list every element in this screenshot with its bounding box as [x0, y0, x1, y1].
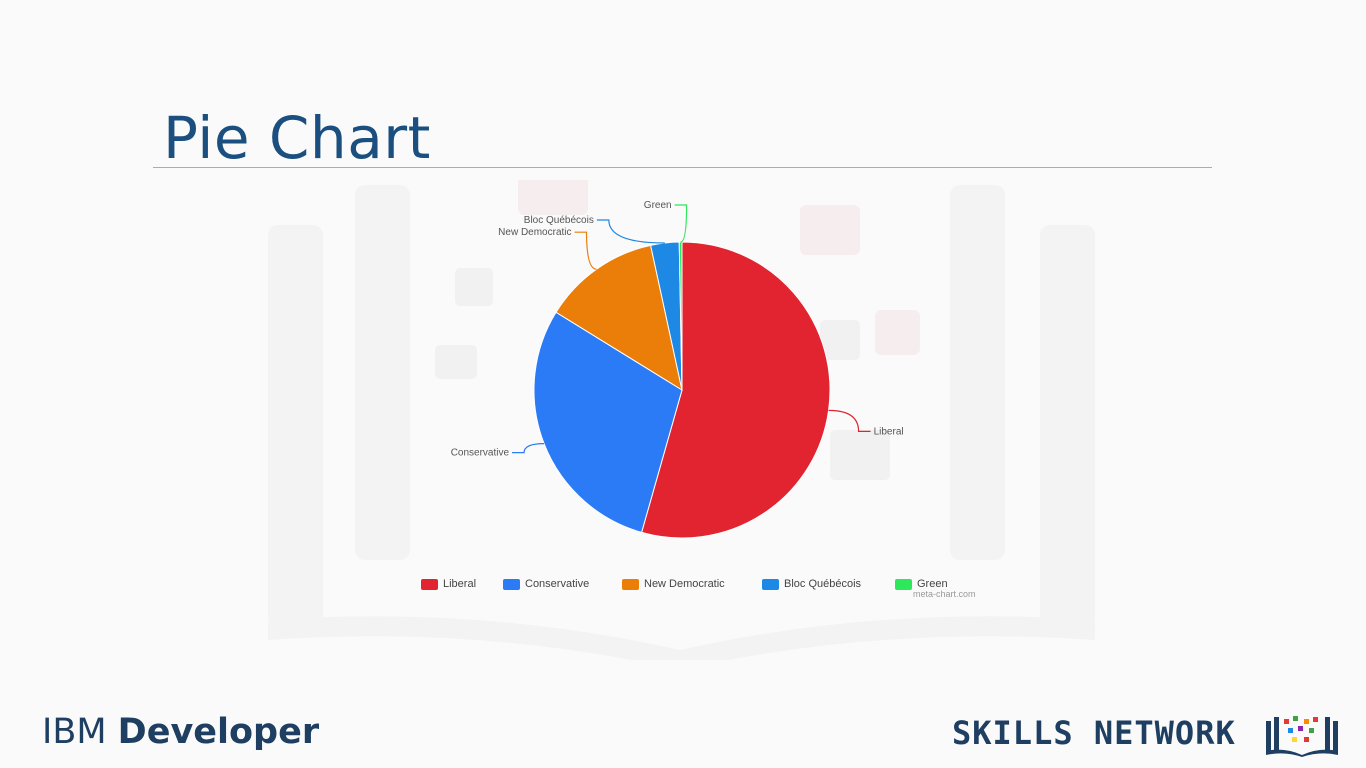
legend-label: Liberal [443, 578, 477, 590]
legend-swatch [895, 578, 912, 590]
legend-swatch [421, 578, 438, 590]
brand-left-light: IBM [42, 712, 118, 752]
legend-label: Bloc Québécois [784, 578, 862, 590]
legend-item-conservative: Conservative [503, 576, 589, 592]
pie-chart: Liberal Conservative New DemocraticBloc Qu… [451, 200, 904, 539]
legend-item-bloc-quebecois: Bloc Québécois [762, 576, 861, 592]
slice-label-new-democratic: New Democratic [498, 227, 571, 238]
chart-credit: meta-chart.com [913, 589, 976, 599]
label-leader-liberal [828, 409, 871, 432]
slice-label-conservative: Conservative [451, 448, 510, 459]
legend-item-new-democratic: New Democratic [622, 576, 725, 592]
ibm-developer-logo: IBM Developer [42, 712, 319, 752]
legend-swatch [762, 578, 779, 590]
chart-legend: Liberal Conservative New Democratic Bloc Qu… [0, 576, 1366, 592]
title-divider [153, 167, 1212, 168]
label-leader-conservative [512, 443, 545, 454]
slice-label-liberal: Liberal [874, 426, 904, 437]
skills-network-icon [1266, 716, 1338, 757]
legend-swatch [622, 578, 639, 590]
legend-label: Conservative [525, 578, 590, 590]
label-leader-bloc-quebecois [596, 219, 665, 244]
legend-label: New Democratic [644, 578, 725, 590]
slice-label-bloc-quebecois: Bloc Québécois [524, 215, 594, 226]
page-title: Pie Chart [163, 104, 431, 172]
label-leader-new-democratic [574, 231, 597, 270]
skills-network-logo: SKILLS NETWORK [952, 714, 1236, 752]
brand-left-bold: Developer [117, 712, 320, 752]
label-leader-green [674, 204, 688, 243]
legend-item-liberal: Liberal [421, 576, 476, 592]
slice-label-green: Green [644, 200, 672, 211]
legend-swatch [503, 578, 520, 590]
